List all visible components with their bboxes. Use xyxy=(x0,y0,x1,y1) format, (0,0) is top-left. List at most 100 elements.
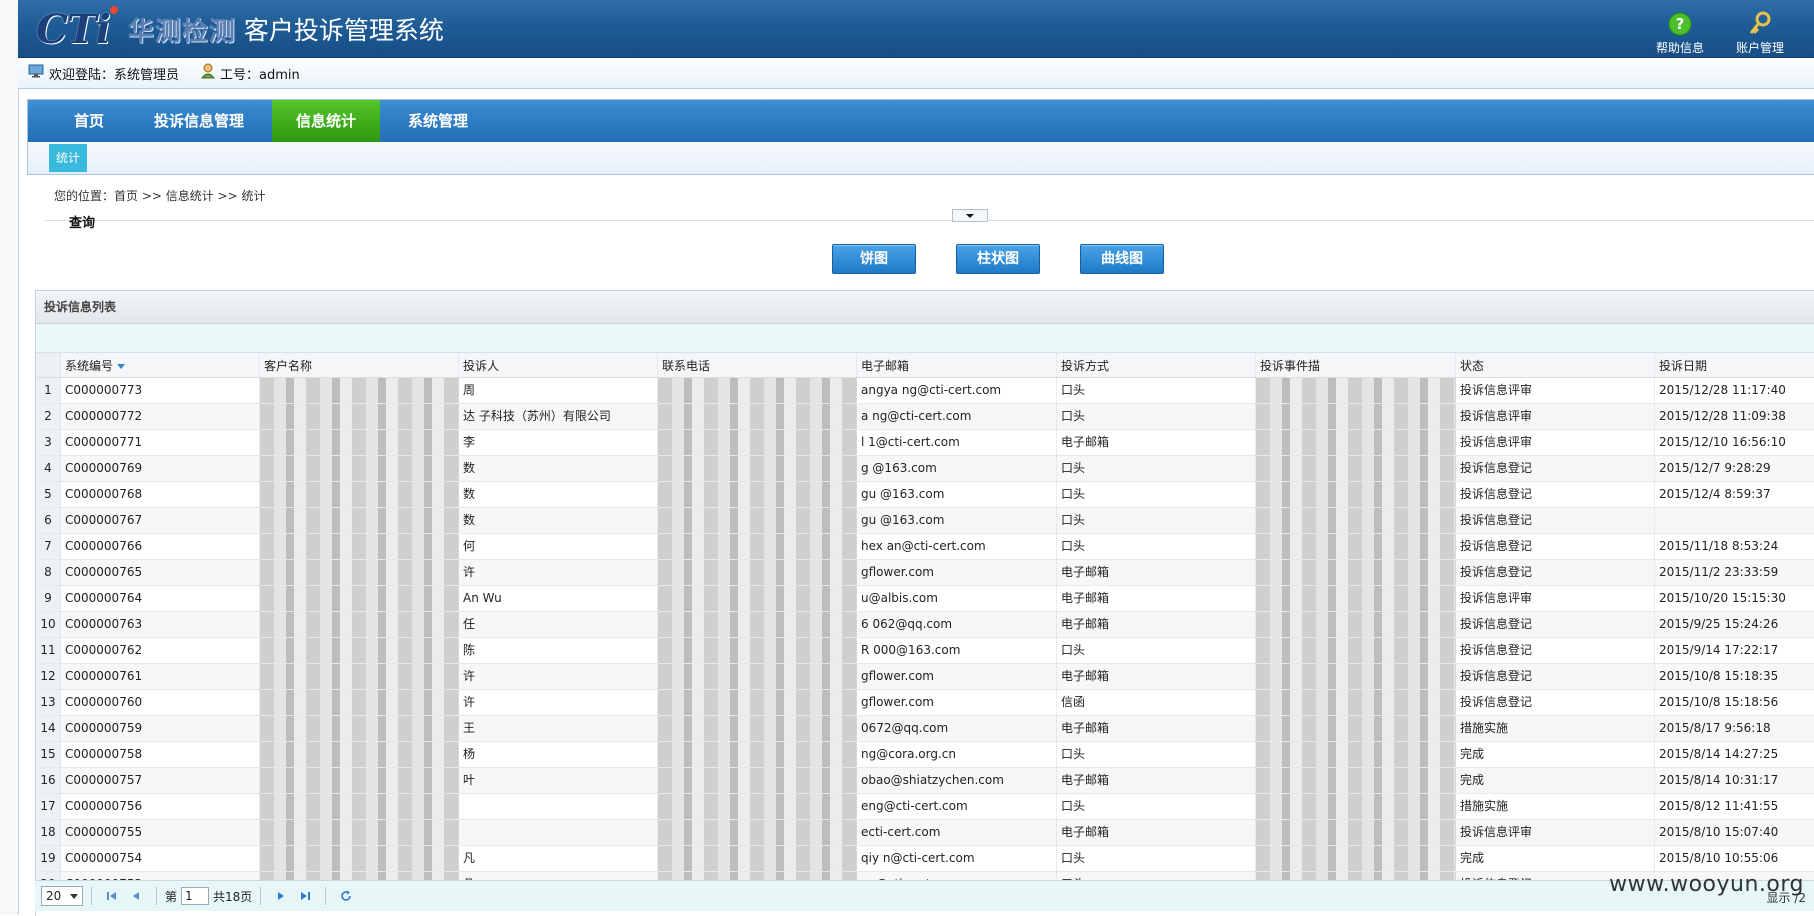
col-header-system-id[interactable]: 系统编号 xyxy=(61,353,260,377)
grid-toolbar xyxy=(36,324,1814,353)
pager-separator xyxy=(156,887,157,905)
cell-email: gflower.com xyxy=(857,690,1057,715)
complaint-grid-panel: 投诉信息列表 系统编号 客户名称 投诉人 联系电话 电子邮箱 投诉方式 投诉事件… xyxy=(35,290,1814,916)
prev-page-icon xyxy=(133,892,139,900)
row-number: 8 xyxy=(36,560,61,585)
cell-email: gu @163.com xyxy=(857,508,1057,533)
col-header-complainant[interactable]: 投诉人 xyxy=(459,353,658,377)
pie-chart-button[interactable]: 饼图 xyxy=(832,244,916,274)
table-row[interactable]: 6C000000767市 有线电厂数1gu @163.com口头 投诉信息登记 xyxy=(36,508,1814,534)
cell-status: 完成 xyxy=(1456,846,1655,871)
col-header-status[interactable]: 状态 xyxy=(1456,353,1655,377)
caret-down-icon xyxy=(966,213,974,218)
table-row[interactable]: 1C000000773有限公司周1 404 49angya ng@cti-cer… xyxy=(36,378,1814,404)
col-header-email[interactable]: 电子邮箱 xyxy=(857,353,1057,377)
cell-phone: 1 xyxy=(658,534,857,559)
first-page-button[interactable] xyxy=(104,888,120,904)
table-row[interactable]: 5C000000768 数1gu @163.com口头 投诉信息登记2015/12/… xyxy=(36,482,1814,508)
table-row[interactable]: 7C000000766宁 业务何1hex an@cti-cert.com口头 投诉… xyxy=(36,534,1814,560)
cell-description: 腊 xyxy=(1256,690,1456,715)
table-row[interactable]: 18C000000755邦 技有限公司 ecti-cert.com电子邮箱 投诉信息… xyxy=(36,820,1814,846)
nav-complaint-management[interactable]: 投诉信息管理 xyxy=(130,100,268,142)
table-row[interactable]: 8C000000765禾食品工业有限公司许1 2gflower.com电子邮箱 投… xyxy=(36,560,1814,586)
prev-page-button[interactable] xyxy=(128,888,144,904)
cell-method: 口头 xyxy=(1057,378,1256,403)
cell-email: gu @163.com xyxy=(857,482,1057,507)
header-tools: ? 帮助信息 账户管理 xyxy=(1656,11,1784,56)
nav-statistics[interactable]: 信息统计 xyxy=(272,100,381,142)
subnav-statistics[interactable]: 统计 xyxy=(49,144,88,172)
cell-status: 完成 xyxy=(1456,768,1655,793)
table-row[interactable]: 14C000000759集团有 公司王1 20672@qq.com电子邮箱我 试… xyxy=(36,716,1814,742)
cell-system-id: C000000772 xyxy=(61,404,260,429)
cell-complainant: 许 xyxy=(459,690,658,715)
cell-method: 电子邮箱 xyxy=(1057,430,1256,455)
row-number: 3 xyxy=(36,430,61,455)
cell-method: 口头 xyxy=(1057,404,1256,429)
cell-status: 投诉信息评审 xyxy=(1456,430,1655,455)
cell-complainant: 周 xyxy=(459,378,658,403)
page-size-value: 20 xyxy=(46,889,62,903)
query-collapse-toggle[interactable] xyxy=(952,209,988,222)
page-prefix: 第 xyxy=(165,889,178,904)
chart-buttons: 饼图 柱状图 曲线图 xyxy=(832,244,1164,274)
cell-customer-name xyxy=(260,404,459,429)
key-icon xyxy=(1747,11,1773,37)
pager-separator xyxy=(91,887,92,905)
col-header-description[interactable]: 投诉事件描 xyxy=(1256,353,1456,377)
table-row[interactable]: 4C000000769 数1g @163.com口头 投诉信息登记2015/12/7… xyxy=(36,456,1814,482)
table-row[interactable]: 2C000000772 达 子科技（苏州）有限公司1 9a ng@cti-cert… xyxy=(36,404,1814,430)
cell-phone xyxy=(658,820,857,845)
col-header-method[interactable]: 投诉方式 xyxy=(1057,353,1256,377)
table-row[interactable]: 15C000000758南 户外用品杨 ng@cora.org.cn口头 完成201… xyxy=(36,742,1814,768)
col-header-phone[interactable]: 联系电话 xyxy=(658,353,857,377)
bar-chart-button[interactable]: 柱状图 xyxy=(956,244,1040,274)
nav-system-management[interactable]: 系统管理 xyxy=(384,100,492,142)
cell-customer-name xyxy=(260,456,459,481)
cell-date: 2015/12/10 16:56:10 xyxy=(1655,430,1814,455)
table-row[interactable]: 9C000000764校An Wu1u@albis.com电子邮箱 投诉信息评审2… xyxy=(36,586,1814,612)
account-manage-button[interactable]: 账户管理 xyxy=(1736,11,1784,56)
cell-customer-name xyxy=(260,482,459,507)
cell-system-id: C000000758 xyxy=(61,742,260,767)
nav-home[interactable]: 首页 xyxy=(52,100,126,142)
cell-customer-name xyxy=(260,612,459,637)
col-header-date[interactable]: 投诉日期 xyxy=(1655,353,1814,377)
cell-complainant xyxy=(459,820,658,845)
cell-customer-name: 贸易有限公司 xyxy=(260,794,459,819)
cell-phone: 3-390 xyxy=(658,768,857,793)
cell-method: 电子邮箱 xyxy=(1057,560,1256,585)
cell-system-id: C000000773 xyxy=(61,378,260,403)
table-row[interactable]: 16C000000757 叶3-390obao@shiatzychen.com电子… xyxy=(36,768,1814,794)
pager-separator xyxy=(325,887,327,905)
help-info-button[interactable]: ? 帮助信息 xyxy=(1656,11,1704,56)
line-chart-button[interactable]: 曲线图 xyxy=(1080,244,1164,274)
table-row[interactable]: 3C000000771务李1 3 5l 1@cti-cert.com电子邮箱 投诉… xyxy=(36,430,1814,456)
table-row[interactable]: 13C000000760禾 工业有限公司许0 97711-834gflower.… xyxy=(36,690,1814,716)
table-row[interactable]: 17C000000756贸易有限公司 4eng@cti-cert.com口头 措施实… xyxy=(36,794,1814,820)
col-header-customer-name[interactable]: 客户名称 xyxy=(260,353,459,377)
cell-date: 2015/8/14 10:31:17 xyxy=(1655,768,1814,793)
page-size-select[interactable]: 20 xyxy=(41,886,83,906)
table-row[interactable]: 11C000000762部医疗废物处置有限公司陈1 85R 000@163.co… xyxy=(36,638,1814,664)
cell-complainant: 数 xyxy=(459,508,658,533)
cell-status: 投诉信息登记 xyxy=(1456,690,1655,715)
cell-method: 电子邮箱 xyxy=(1057,716,1256,741)
next-page-button[interactable] xyxy=(273,888,289,904)
table-row[interactable]: 12C000000761工业有限公司许0 97711-834gflower.co… xyxy=(36,664,1814,690)
row-number: 7 xyxy=(36,534,61,559)
refresh-button[interactable] xyxy=(338,888,354,904)
cell-method: 口头 xyxy=(1057,482,1256,507)
cell-description xyxy=(1256,638,1456,663)
table-row[interactable]: 10C000000763 任1 66 062@qq.com电子邮箱 投诉信息登记20… xyxy=(36,612,1814,638)
cell-description xyxy=(1256,482,1456,507)
cell-date: 2015/10/8 15:18:56 xyxy=(1655,690,1814,715)
table-row[interactable]: 19C000000754R凡 qiy n@cti-cert.com口头结果是一百多… xyxy=(36,846,1814,872)
page-number-input[interactable]: 1 xyxy=(181,887,210,905)
cell-date: 2015/10/8 15:18:35 xyxy=(1655,664,1814,689)
cell-method: 口头 xyxy=(1057,534,1256,559)
last-page-button[interactable] xyxy=(297,888,313,904)
cell-system-id: C000000755 xyxy=(61,820,260,845)
cell-status: 投诉信息评审 xyxy=(1456,820,1655,845)
row-number: 13 xyxy=(36,690,61,715)
